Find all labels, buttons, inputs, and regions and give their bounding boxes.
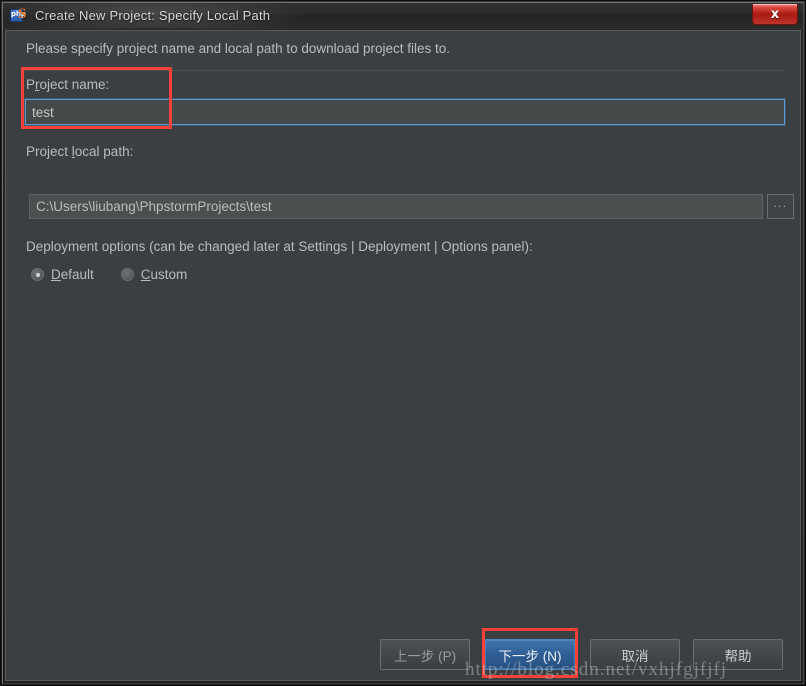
back-button[interactable]: 上一步 (P)	[380, 639, 470, 670]
separator	[24, 70, 784, 71]
help-button[interactable]: 帮助	[693, 639, 783, 670]
project-path-input[interactable]	[29, 194, 763, 219]
title-bar[interactable]: php S Create New Project: Specify Local …	[3, 3, 803, 28]
radio-option-default[interactable]: Default	[31, 267, 94, 282]
browse-button[interactable]: ...	[767, 194, 794, 219]
window-title: Create New Project: Specify Local Path	[35, 8, 271, 23]
radio-dot-custom[interactable]	[120, 268, 134, 281]
instruction-text: Please specify project name and local pa…	[26, 41, 450, 56]
project-name-label: Project name:	[26, 77, 110, 92]
cancel-button[interactable]: 取消	[590, 639, 680, 670]
next-button[interactable]: 下一步 (N)	[484, 639, 576, 670]
radio-dot-default[interactable]	[31, 268, 44, 281]
deployment-options-label: Deployment options (can be changed later…	[26, 239, 533, 254]
storm-s-glyph: S	[18, 6, 27, 22]
project-name-input[interactable]	[25, 99, 785, 125]
radio-option-custom[interactable]: Custom	[120, 267, 188, 282]
deployment-radio-group: Default Custom	[31, 267, 214, 282]
close-icon[interactable]: x	[752, 4, 798, 25]
dialog-window: php S Create New Project: Specify Local …	[0, 0, 806, 686]
radio-label-custom: Custom	[140, 267, 188, 282]
dialog-content: Please specify project name and local pa…	[5, 30, 801, 681]
phpstorm-icon: php S	[10, 7, 27, 24]
project-path-label: Project local path:	[26, 144, 134, 159]
radio-label-default: Default	[51, 267, 94, 282]
close-glyph: x	[770, 6, 780, 22]
